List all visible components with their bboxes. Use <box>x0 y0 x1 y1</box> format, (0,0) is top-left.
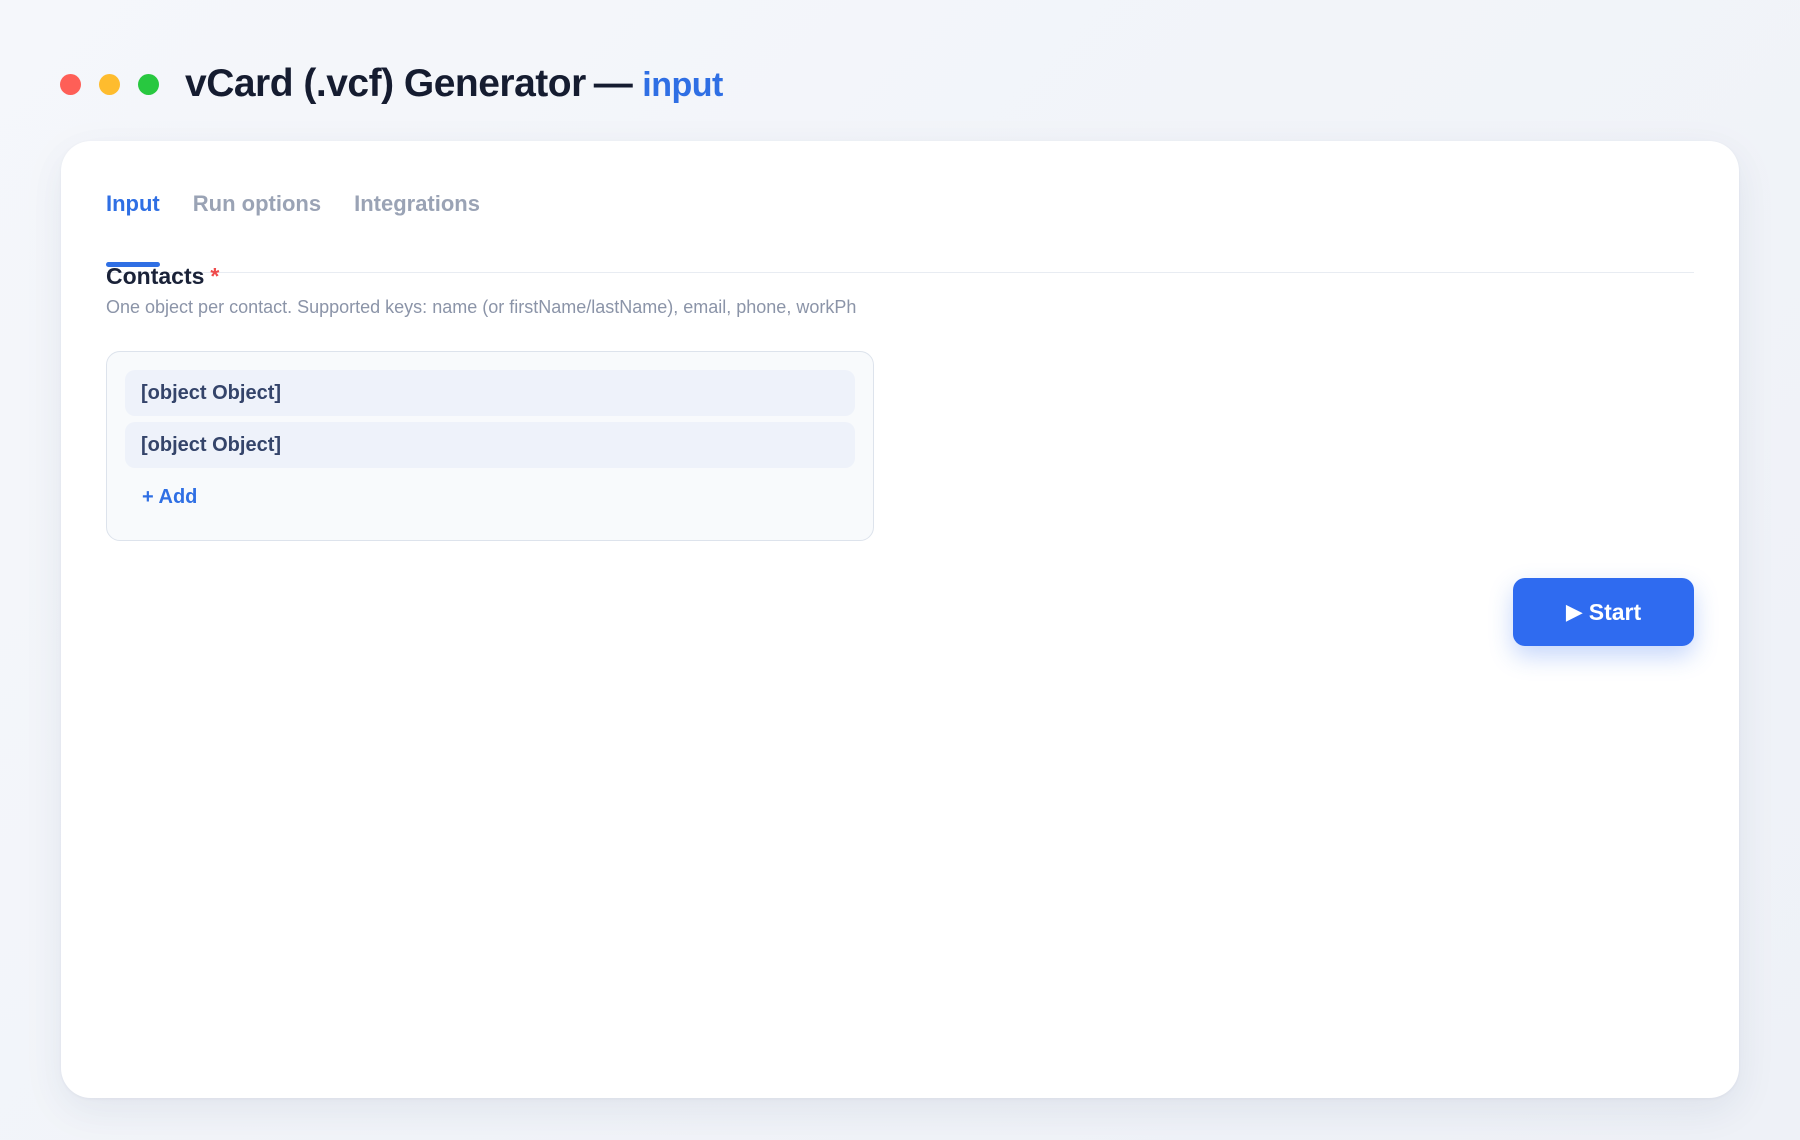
tab-integrations[interactable]: Integrations <box>354 177 480 267</box>
title-separator: — <box>593 62 633 105</box>
required-marker: * <box>210 263 220 289</box>
add-contact-button[interactable]: + Add <box>142 486 197 509</box>
window-titlebar: vCard (.vcf) Generator — input <box>60 58 723 110</box>
start-button[interactable]: ▶ Start <box>1513 578 1694 646</box>
contacts-array-editor: [object Object] [object Object] + Add <box>106 351 874 541</box>
contact-item[interactable]: [object Object] <box>125 422 855 468</box>
app-title: vCard (.vcf) Generator <box>185 62 586 105</box>
contacts-label-text: Contacts <box>106 263 205 289</box>
contact-item[interactable]: [object Object] <box>125 370 855 416</box>
play-icon: ▶ <box>1565 599 1583 624</box>
page-title: vCard (.vcf) Generator — input <box>185 62 723 106</box>
close-window-button[interactable] <box>60 73 81 95</box>
contacts-label: Contacts * <box>106 263 219 290</box>
start-button-label: Start <box>1588 598 1642 625</box>
maximize-window-button[interactable] <box>138 73 159 95</box>
tab-run-options[interactable]: Run options <box>193 177 321 267</box>
tab-input[interactable]: Input <box>106 177 160 267</box>
title-mode: input <box>642 66 723 104</box>
tab-bar: Input Run options Integrations <box>106 177 1694 273</box>
main-card: Input Run options Integrations Contacts *… <box>61 141 1739 1098</box>
minimize-window-button[interactable] <box>99 73 120 95</box>
contacts-description: One object per contact. Supported keys: … <box>106 297 857 317</box>
